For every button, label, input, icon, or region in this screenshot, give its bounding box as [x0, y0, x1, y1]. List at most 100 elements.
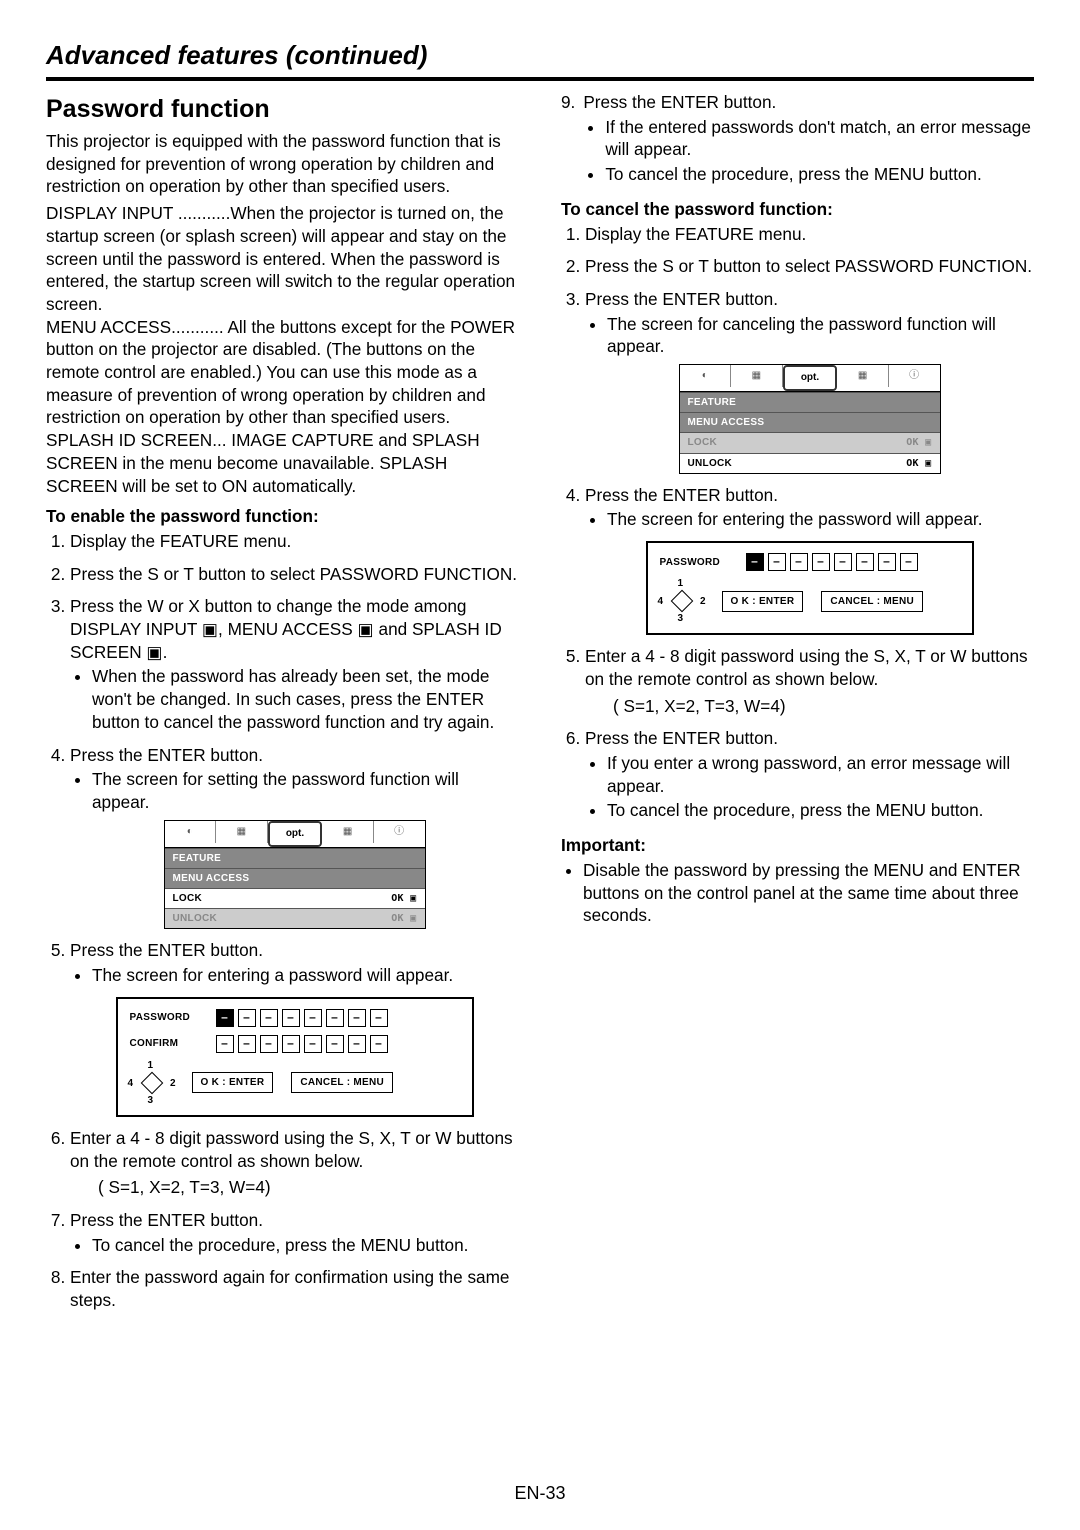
sub-item: If you enter a wrong password, an error …: [607, 752, 1034, 797]
step-7-sub: To cancel the procedure, press the MENU …: [70, 1234, 519, 1257]
osd-unlock-screen: ◐ ▦ opt. ▦ ⓘ FEATURE MENU ACCESS LOCK OK…: [679, 364, 941, 474]
step-6: Enter a 4 - 8 digit password using the S…: [70, 1127, 519, 1199]
def-menu-access: MENU ACCESS........... All the buttons e…: [46, 316, 519, 430]
osd-unlock-row: UNLOCK OK ▣: [165, 908, 425, 928]
key-mapping: ( S=1, X=2, T=3, W=4): [98, 1176, 519, 1199]
osd-ok: OK ▣: [391, 912, 416, 925]
step-text: Press the ENTER button.: [70, 745, 263, 765]
step-text: Display the FEATURE menu.: [70, 531, 291, 551]
step-text: Press the ENTER button.: [70, 1210, 263, 1230]
sub-item: The screen for entering the password wil…: [607, 508, 1034, 531]
password-digits: – – – – – – – –: [746, 553, 918, 571]
section-title: Advanced features (continued): [46, 40, 1034, 71]
digit: –: [900, 553, 918, 571]
cstep-4: Press the ENTER button. The screen for e…: [585, 484, 1034, 635]
cancel-menu-button: CANCEL : MENU: [291, 1072, 393, 1093]
dpad-2: 2: [170, 1077, 176, 1090]
step-text: Press the ENTER button.: [585, 728, 778, 748]
dpad-2: 2: [700, 595, 706, 608]
right-column: 9. Press the ENTER button. If the entere…: [561, 91, 1034, 1322]
step-text: Enter the password again for confirmatio…: [70, 1267, 509, 1310]
sub-item: If the entered passwords don't match, an…: [605, 116, 1034, 161]
osd-tabs: ◐ ▦ opt. ▦ ⓘ: [165, 821, 425, 848]
osd-feature-row: FEATURE: [165, 848, 425, 868]
step-text: Press the ENTER button.: [70, 940, 263, 960]
def-term: MENU ACCESS...........: [46, 317, 227, 337]
osd-tab-icon: ▦: [731, 365, 783, 387]
password-digits: – – – – – – – –: [216, 1009, 388, 1027]
digit: –: [238, 1035, 256, 1053]
osd-lock-screen: ◐ ▦ opt. ▦ ⓘ FEATURE MENU ACCESS LOCK OK…: [164, 820, 426, 930]
digit: –: [216, 1009, 234, 1027]
step-text: Enter a 4 - 8 digit password using the S…: [585, 646, 1028, 689]
step-text: Press the S or T button to select PASSWO…: [70, 564, 517, 584]
cstep-6-sub: If you enter a wrong password, an error …: [585, 752, 1034, 822]
digit: –: [370, 1035, 388, 1053]
key-mapping: ( S=1, X=2, T=3, W=4): [613, 695, 1034, 718]
password-label: PASSWORD: [130, 1011, 202, 1024]
dpad-1: 1: [678, 577, 684, 590]
osd-tab-info-icon: ⓘ: [374, 821, 425, 843]
osd-lock-row: LOCK OK ▣: [165, 888, 425, 908]
osd-label: FEATURE: [173, 852, 222, 865]
osd-label: UNLOCK: [173, 912, 218, 925]
digit: –: [790, 553, 808, 571]
osd-tab-icon: ▦: [322, 821, 374, 843]
dpad-3: 3: [148, 1094, 154, 1107]
osd-tab-icon: ◐: [165, 821, 217, 843]
sub-item: When the password has already been set, …: [92, 665, 519, 733]
intro-paragraph: This projector is equipped with the pass…: [46, 130, 519, 198]
cancel-steps: Display the FEATURE menu. Press the S or…: [561, 223, 1034, 823]
def-display-input: DISPLAY INPUT ...........When the projec…: [46, 202, 519, 316]
digit: –: [768, 553, 786, 571]
def-splash-id: SPLASH ID SCREEN... IMAGE CAPTURE and SP…: [46, 429, 519, 497]
cancel-title: To cancel the password function:: [561, 198, 1034, 221]
digit: –: [370, 1009, 388, 1027]
osd-ok: OK ▣: [906, 436, 931, 449]
digit: –: [304, 1035, 322, 1053]
confirm-row: CONFIRM – – – – – – – –: [130, 1035, 460, 1053]
osd-tab-opt: opt.: [783, 365, 838, 391]
cstep-1: Display the FEATURE menu.: [585, 223, 1034, 246]
page-number: EN-33: [0, 1483, 1080, 1504]
step-7: Press the ENTER button. To cancel the pr…: [70, 1209, 519, 1256]
osd-tab-info-icon: ⓘ: [889, 365, 940, 387]
step-text: Press the ENTER button.: [585, 289, 778, 309]
digit: –: [260, 1009, 278, 1027]
digit: –: [260, 1035, 278, 1053]
password-row: PASSWORD – – – – – – – –: [130, 1009, 460, 1027]
definition-list: DISPLAY INPUT ...........When the projec…: [46, 202, 519, 497]
digit: –: [304, 1009, 322, 1027]
cstep-4-sub: The screen for entering the password wil…: [585, 508, 1034, 531]
osd-label: FEATURE: [688, 396, 737, 409]
confirm-digits: – – – – – – – –: [216, 1035, 388, 1053]
diamond-icon: [140, 1072, 163, 1095]
dpad-1: 1: [148, 1059, 154, 1072]
manual-page: Advanced features (continued) Password f…: [0, 0, 1080, 1530]
cancel-menu-button: CANCEL : MENU: [821, 591, 923, 612]
osd-tab-icon: ◐: [680, 365, 732, 387]
osd-feature-row: FEATURE: [680, 392, 940, 412]
password-buttons-row: 1 4 2 3 O K : ENTER CANCEL : MENU: [130, 1061, 460, 1105]
cstep-5: Enter a 4 - 8 digit password using the S…: [585, 645, 1034, 717]
step-4: Press the ENTER button. The screen for s…: [70, 744, 519, 930]
step-5-sub: The screen for entering a password will …: [70, 964, 519, 987]
dpad-icon: 1 4 2 3: [660, 579, 704, 623]
step-text: Press the S or T button to select PASSWO…: [585, 256, 1032, 276]
digit: –: [348, 1035, 366, 1053]
ok-enter-button: O K : ENTER: [722, 591, 804, 612]
osd-label: MENU ACCESS: [688, 416, 765, 429]
osd-menu-access-row: MENU ACCESS: [680, 412, 940, 432]
dpad-4: 4: [658, 595, 664, 608]
digit: –: [834, 553, 852, 571]
digit: –: [216, 1035, 234, 1053]
digit: –: [282, 1035, 300, 1053]
two-column-layout: Password function This projector is equi…: [46, 91, 1034, 1322]
section-rule: [46, 77, 1034, 81]
step-9: 9. Press the ENTER button. If the entere…: [561, 91, 1034, 188]
sub-item: To cancel the procedure, press the MENU …: [92, 1234, 519, 1257]
digit: –: [282, 1009, 300, 1027]
digit: –: [746, 553, 764, 571]
important-label: Important:: [561, 834, 1034, 857]
osd-tabs: ◐ ▦ opt. ▦ ⓘ: [680, 365, 940, 392]
